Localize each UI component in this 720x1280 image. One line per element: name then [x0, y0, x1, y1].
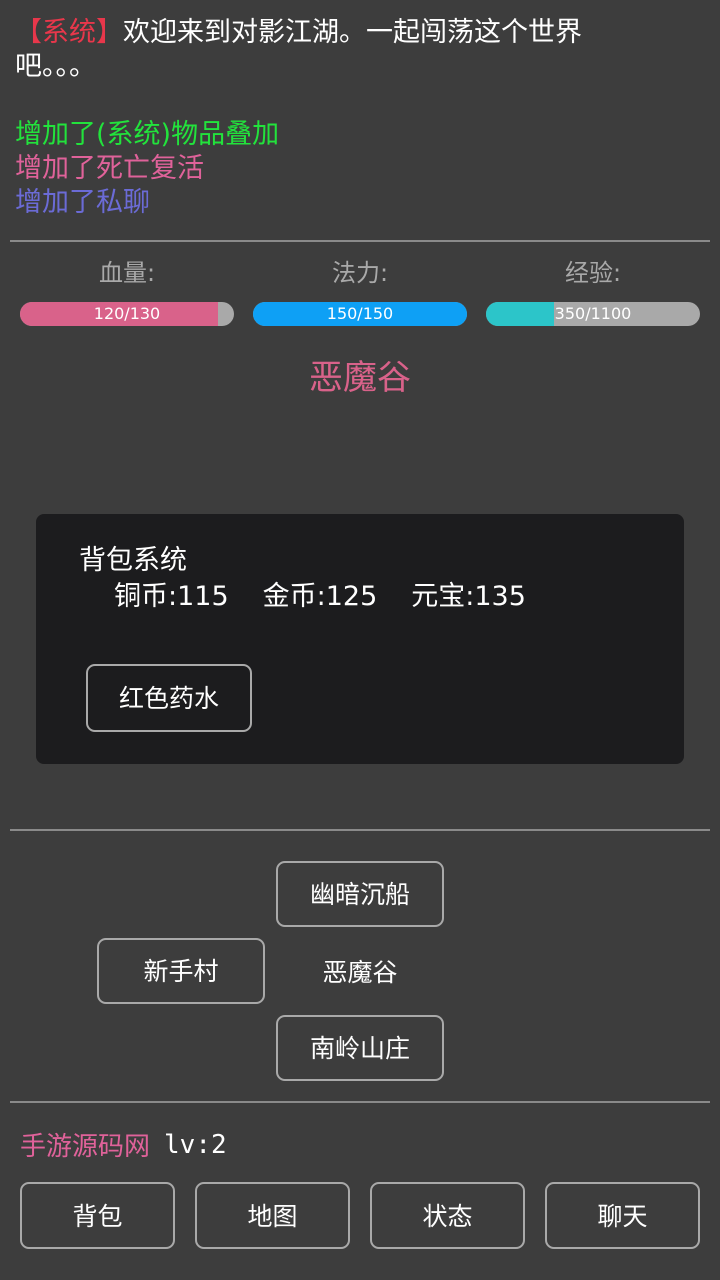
- exp-bar: 350/1100: [486, 302, 700, 326]
- game-screen: 【系统】欢迎来到对影江湖。一起闯荡这个世界吧。。。 增加了(系统)物品叠加 增加…: [0, 0, 720, 1280]
- divider-top: [10, 240, 710, 242]
- stats-panel: 血量: 120/130 法力: 150/150 经验: 350/1100: [0, 256, 720, 336]
- log-spacer: [15, 84, 655, 118]
- mp-bar: 150/150: [253, 302, 467, 326]
- divider-bottom: [10, 1101, 710, 1103]
- map-current-location: 恶魔谷: [322, 958, 398, 987]
- hp-stat: 血量: 120/130: [20, 256, 234, 326]
- bag-title: 背包系统: [79, 545, 187, 576]
- player-info: 手游源码网 lv:2: [20, 1126, 227, 1163]
- hp-label: 血量:: [98, 259, 156, 287]
- location-title: 恶魔谷: [309, 358, 411, 398]
- nav-chat-button[interactable]: 聊天: [545, 1182, 700, 1249]
- currency-row: 铜币:115 金币:125 元宝:135: [114, 574, 560, 613]
- hp-value: 120/130: [93, 304, 161, 323]
- log-event: 增加了私聊: [15, 187, 150, 218]
- exp-stat: 经验: 350/1100: [486, 256, 700, 326]
- log-event: 增加了(系统)物品叠加: [15, 119, 280, 150]
- player-name: 手游源码网: [20, 1132, 151, 1162]
- system-tag: 【系统】: [15, 17, 123, 48]
- log-event: 增加了死亡复活: [15, 153, 204, 184]
- mp-stat: 法力: 150/150: [253, 256, 467, 326]
- mp-value: 150/150: [326, 304, 394, 323]
- mp-label: 法力:: [331, 259, 389, 287]
- copper-coins: 铜币:115: [114, 581, 229, 612]
- nav-map-button[interactable]: 地图: [195, 1182, 350, 1249]
- map-west-button[interactable]: 新手村: [97, 938, 265, 1004]
- hp-bar: 120/130: [20, 302, 234, 326]
- message-log: 【系统】欢迎来到对影江湖。一起闯荡这个世界吧。。。 增加了(系统)物品叠加 增加…: [15, 16, 655, 220]
- map-south-button[interactable]: 南岭山庄: [276, 1015, 444, 1081]
- welcome-message: 【系统】欢迎来到对影江湖。一起闯荡这个世界吧。。。: [15, 16, 655, 84]
- divider-middle: [10, 829, 710, 831]
- gold-coins: 金币:125: [262, 581, 378, 612]
- item-red-potion-button[interactable]: 红色药水: [86, 664, 252, 732]
- bag-panel: 背包系统 铜币:115 金币:125 元宝:135 红色药水: [36, 514, 684, 764]
- exp-label: 经验:: [564, 259, 622, 287]
- player-level: lv:2: [164, 1129, 227, 1160]
- ingots: 元宝:135: [411, 581, 526, 612]
- exp-value: 350/1100: [554, 304, 632, 323]
- nav-bag-button[interactable]: 背包: [20, 1182, 175, 1249]
- map-north-button[interactable]: 幽暗沉船: [276, 861, 444, 927]
- nav-status-button[interactable]: 状态: [370, 1182, 525, 1249]
